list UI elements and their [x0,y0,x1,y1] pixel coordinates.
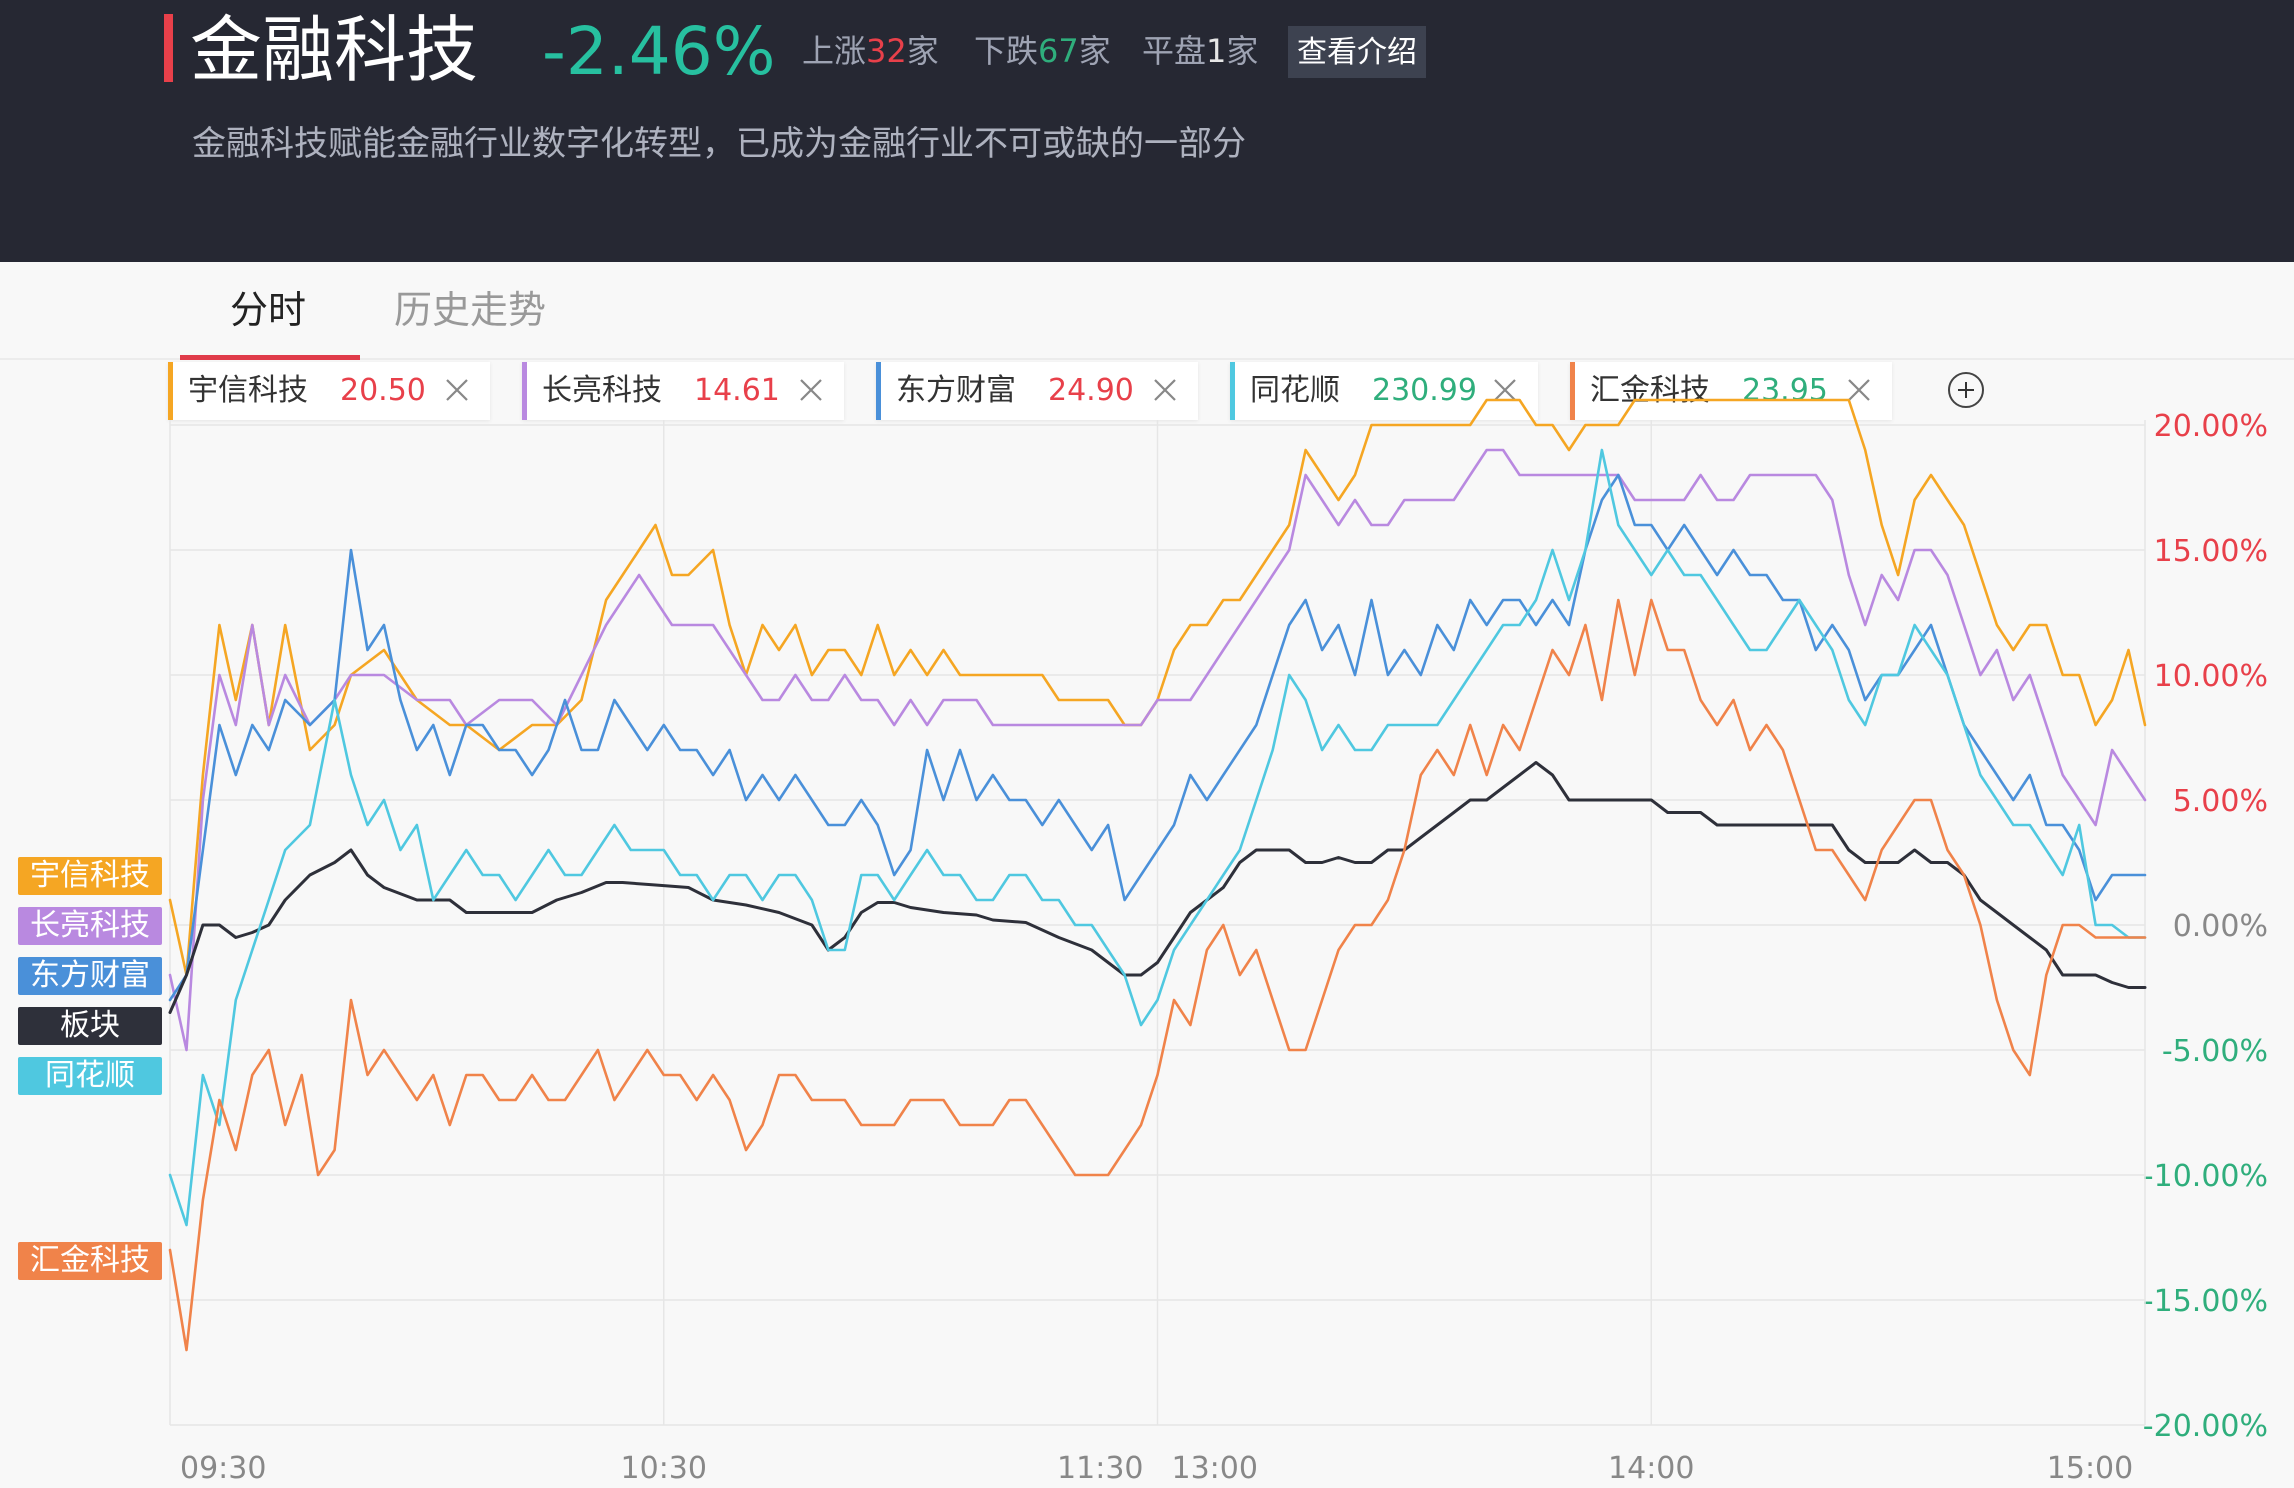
y-tick-label: 10.00% [2154,659,2268,694]
x-tick-label: 14:00 [1608,1451,1694,1486]
end-label-changliang: 长亮科技 [18,907,162,945]
end-label-tonghuashun: 同花顺 [18,1057,162,1095]
x-tick-label: 11:30 [1057,1451,1143,1486]
x-tick-label: 09:30 [180,1451,266,1486]
end-label-huijin: 汇金科技 [18,1242,162,1280]
y-tick-label: 5.00% [2173,784,2268,819]
end-label-sector: 板块 [18,1007,162,1045]
y-tick-label: -10.00% [2143,1159,2268,1194]
y-tick-label: -20.00% [2143,1409,2268,1444]
x-tick-label: 15:00 [2047,1451,2133,1486]
x-tick-label: 13:00 [1172,1451,1258,1486]
x-tick-label: 10:30 [621,1451,707,1486]
y-tick-label: -5.00% [2162,1034,2268,1069]
y-tick-label: 20.00% [2154,409,2268,444]
y-tick-label: -15.00% [2143,1284,2268,1319]
y-tick-label: 15.00% [2154,534,2268,569]
end-label-yuxin: 宇信科技 [18,857,162,895]
end-label-dongfang: 东方财富 [18,957,162,995]
y-tick-label: 0.00% [2173,909,2268,944]
intraday-chart: 20.00% 15.00% 10.00% 5.00% 0.00% -5.00% -10.00… [168,398,2268,1486]
